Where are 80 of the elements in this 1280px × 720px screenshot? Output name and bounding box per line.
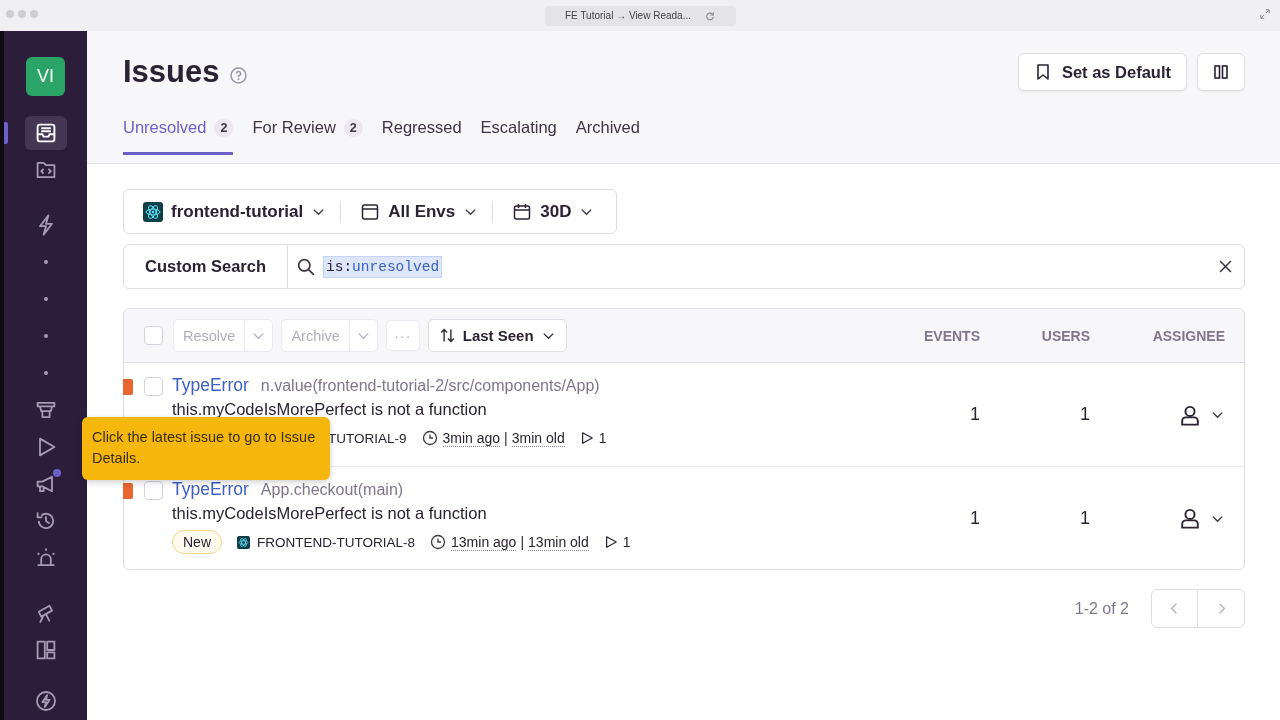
first-seen-age[interactable]: 13min old [528,533,589,551]
separator-text: | [520,534,525,550]
tab-label: Regressed [381,118,462,137]
sort-icon [438,327,456,344]
replay-icon [603,535,618,549]
priority-marker [123,379,133,395]
environment-selector[interactable]: All Envs [341,191,493,232]
column-header: USERS [1040,327,1090,344]
page-title-text: FE Tutorial → View Reada... [565,10,691,21]
user-icon [1178,506,1202,530]
search-field[interactable]: is:unresolved [288,245,1244,288]
last-seen-time[interactable]: 13min ago [451,533,517,551]
first-seen-age[interactable]: 3min old [511,429,565,447]
separator-text: | [504,430,508,446]
nav-dot[interactable] [43,260,48,265]
sort-button[interactable]: Last Seen [427,319,567,352]
columns-icon [1211,62,1231,82]
tab-label: Archived [575,118,640,137]
replay-icon [579,431,594,445]
row-checkbox[interactable] [144,377,163,396]
nav-dot[interactable] [43,297,48,302]
notification-dot [52,469,61,478]
tab-label: Escalating [480,118,557,137]
column-header: ASSIGNEE [1151,327,1226,344]
set-default-button[interactable]: Set as Default [1017,53,1187,91]
issue-title-link[interactable]: TypeError [172,375,249,396]
replay-count: 1 [598,430,607,446]
assignee-selector[interactable] [1178,506,1225,530]
search-token[interactable]: is:unresolved [323,255,443,278]
tab-label: Unresolved [123,118,207,137]
select-all-checkbox[interactable] [144,326,163,345]
tab[interactable]: Unresolved 2 [123,114,234,155]
events-count: 1 [969,404,980,425]
count-badge: 2 [343,118,363,137]
last-seen-time[interactable]: 3min ago [442,429,501,447]
users-count: 1 [1079,404,1090,425]
column-header: EVENTS [923,327,980,344]
nav-dot[interactable] [43,371,48,376]
project-icon [237,535,250,549]
pagination-summary: 1-2 of 2 [1074,599,1129,618]
nav-dot[interactable] [43,334,48,339]
issue-message: this.myCodeIsMorePerfect is not a function [172,504,488,523]
tab-label: For Review [252,118,336,137]
issue-location: App.checkout(main) [260,481,404,499]
nav-button[interactable] [24,116,67,151]
project-selector[interactable]: frontend-tutorial [124,191,341,232]
active-indicator [4,121,8,144]
tab[interactable]: For Review 2 [252,114,363,155]
window-icon [360,201,381,222]
tab[interactable]: Escalating [480,114,557,155]
page-title: Issues [123,54,220,90]
saved-search-button[interactable]: Custom Search [124,245,288,288]
events-count: 1 [969,507,980,529]
project-icon [143,201,163,222]
lightning-circle-icon [33,689,58,714]
count-badge: 2 [214,118,234,137]
short-id: TUTORIAL-9 [328,430,407,446]
search-icon [297,257,315,276]
clock-icon [430,534,447,550]
tab[interactable]: Archived [575,114,640,155]
replay-count: 1 [622,534,631,550]
issue-location: n.value(frontend-tutorial-2/src/components/App) [260,377,600,395]
row-checkbox[interactable] [144,481,163,500]
layout-button[interactable] [1197,53,1245,91]
date-range-selector[interactable]: 30D [493,191,609,232]
clock-icon [421,430,438,446]
users-count: 1 [1079,507,1090,529]
tab[interactable]: Regressed [381,114,462,155]
reload-icon[interactable] [705,10,715,21]
new-badge: New [172,530,222,554]
issue-title-link[interactable]: TypeError [172,479,249,500]
help-icon[interactable] [229,66,247,84]
address-bar[interactable]: FE Tutorial → View Reada... [544,5,736,26]
short-id: FRONTEND-TUTORIAL-8 [257,534,416,550]
issue-message: this.myCodeIsMorePerfect is not a function [172,400,488,419]
expand-icon[interactable] [1260,9,1270,19]
priority-marker [123,483,133,499]
close-icon[interactable] [1219,260,1232,273]
calendar-icon [512,201,533,222]
tooltip: Click the latest issue to go to Issue Details. [82,417,330,480]
